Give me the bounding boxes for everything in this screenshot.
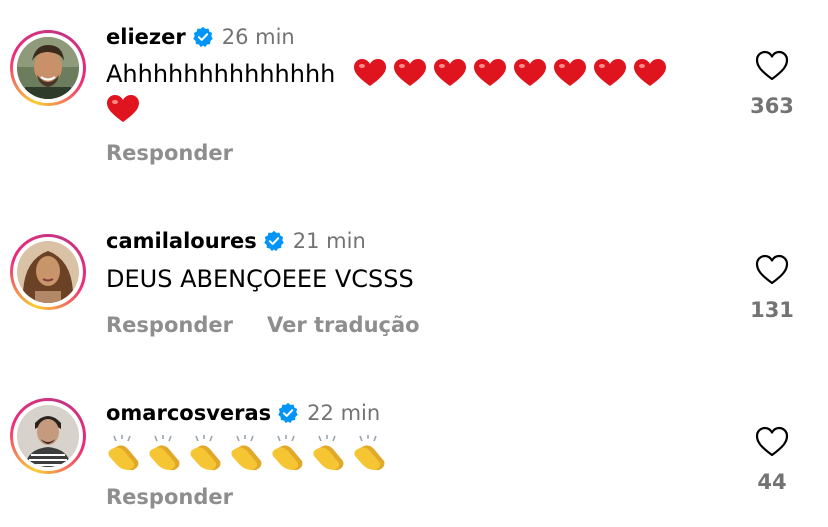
red-heart-emoji [107, 95, 139, 122]
comment-text: DEUS ABENÇOEEE VCSSS [106, 265, 414, 293]
username[interactable]: camilaloures [106, 229, 257, 253]
username[interactable]: omarcosveras [106, 401, 271, 425]
reply-button[interactable]: Responder [106, 141, 233, 165]
clapping-hands-emoji [354, 435, 385, 471]
red-heart-emoji [354, 59, 387, 86]
verified-badge-icon [278, 402, 298, 424]
like-count: 131 [750, 298, 794, 322]
comment-header: eliezer 26 min [106, 22, 295, 52]
comment-actions: Responder Ver tradução [106, 313, 420, 337]
verified-badge-icon [193, 26, 213, 48]
comment-header: camilaloures 21 min [106, 226, 366, 256]
comment-text [106, 435, 706, 473]
avatar-eliezer[interactable] [10, 30, 86, 106]
red-heart-emoji [514, 59, 547, 86]
red-heart-emoji [474, 59, 507, 86]
comment-actions: Responder [106, 485, 233, 509]
like-control: 44 [740, 426, 804, 494]
clapping-hands-emoji [190, 435, 221, 471]
heart-outline-icon[interactable] [755, 50, 789, 82]
comment-time: 26 min [221, 25, 295, 49]
red-heart-emoji [394, 59, 427, 86]
avatar-omarcosveras[interactable] [10, 398, 86, 474]
verified-badge-icon [264, 230, 284, 252]
heart-outline-icon[interactable] [755, 426, 789, 458]
see-translation-button[interactable]: Ver tradução [267, 313, 420, 337]
like-count: 44 [757, 470, 787, 494]
clapping-hands-emoji [313, 435, 344, 471]
comment-time: 22 min [307, 401, 381, 425]
red-heart-emoji [554, 59, 587, 86]
red-heart-emoji [634, 59, 667, 86]
like-count: 363 [750, 94, 794, 118]
reply-button[interactable]: Responder [106, 485, 233, 509]
username[interactable]: eliezer [106, 25, 186, 49]
comment-header: omarcosveras 22 min [106, 398, 380, 428]
like-control: 131 [740, 254, 804, 322]
comment-time: 21 min [292, 229, 366, 253]
clapping-hands-emoji [231, 435, 262, 471]
clap-emoji-row [106, 435, 393, 471]
comment-text-content: Ahhhhhhhhhhhhhh [106, 60, 336, 88]
heart-outline-icon[interactable] [755, 254, 789, 286]
like-control: 363 [740, 50, 804, 118]
reply-button[interactable]: Responder [106, 313, 233, 337]
clapping-hands-emoji [272, 435, 303, 471]
red-heart-emoji [434, 59, 467, 86]
comment-actions: Responder [106, 141, 233, 165]
clapping-hands-emoji [108, 435, 139, 471]
avatar-camilaloures[interactable] [10, 234, 86, 310]
red-heart-emoji [594, 59, 627, 86]
clapping-hands-emoji [149, 435, 180, 471]
comment-text: Ahhhhhhhhhhhhhh [106, 56, 706, 128]
